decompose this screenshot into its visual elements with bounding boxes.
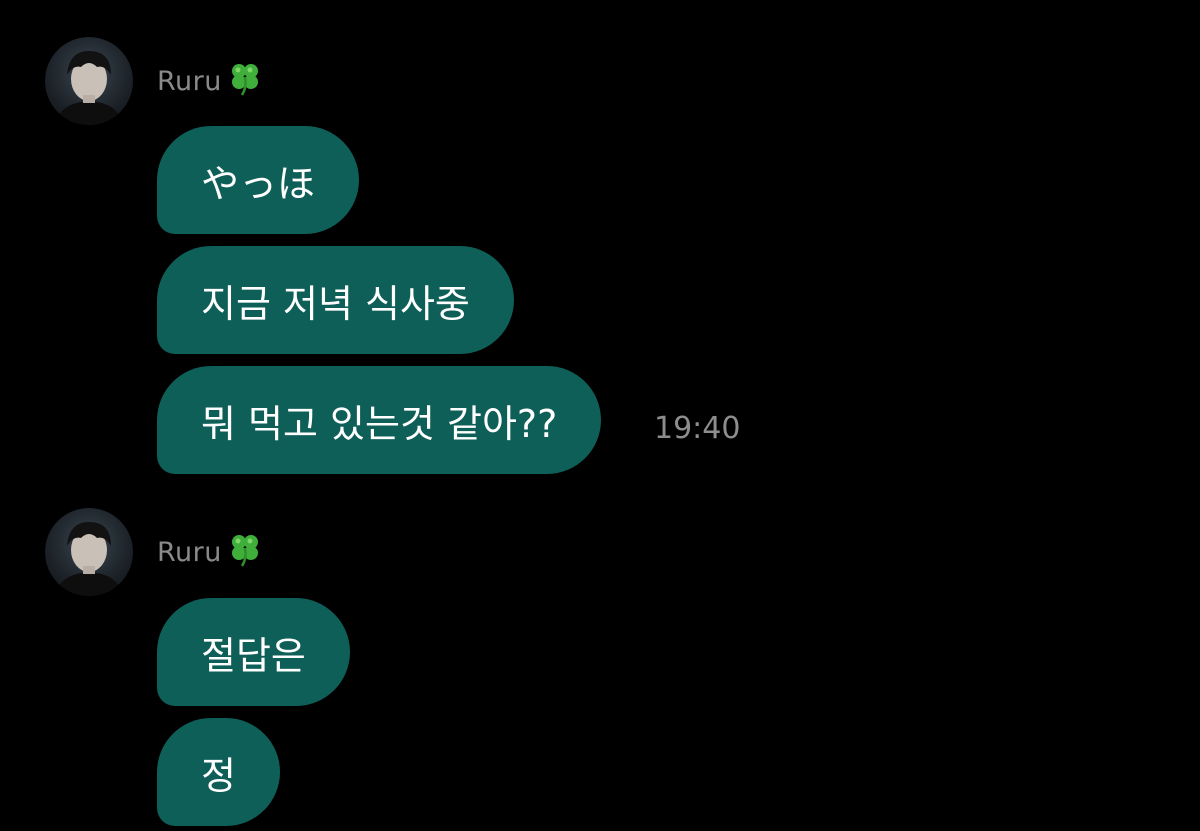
message-text: 지금 저녁 식사중 [201, 281, 470, 326]
sender-label: Ruru [157, 61, 264, 101]
message-bubble[interactable]: やっほ [157, 126, 360, 234]
avatar[interactable] [45, 508, 133, 596]
sender-name: Ruru [157, 536, 222, 568]
message-text: 절답은 [201, 633, 306, 678]
profile-photo [55, 51, 123, 125]
message-bubble[interactable]: 절답은 [157, 598, 350, 706]
profile-photo [55, 522, 123, 596]
message-text: やっほ [201, 161, 316, 206]
four-leaf-clover-icon [226, 531, 264, 574]
message-text: 정 [201, 753, 236, 798]
message-bubble[interactable]: 지금 저녁 식사중 [157, 246, 514, 354]
message-text: 뭐 먹고 있는것 같아?? [201, 401, 558, 446]
sender-label: Ruru [157, 532, 264, 572]
message-timestamp: 19:40 [654, 410, 741, 446]
message-bubble[interactable]: 정 [157, 718, 280, 826]
avatar[interactable] [45, 37, 133, 125]
message-bubble[interactable]: 뭐 먹고 있는것 같아?? [157, 366, 602, 474]
sender-name: Ruru [157, 65, 222, 97]
chat-thread: Ruru やっほ 지금 저녁 식사중 뭐 먹고 있는것 같아?? 19:40 R… [0, 0, 1200, 831]
four-leaf-clover-icon [226, 60, 264, 103]
